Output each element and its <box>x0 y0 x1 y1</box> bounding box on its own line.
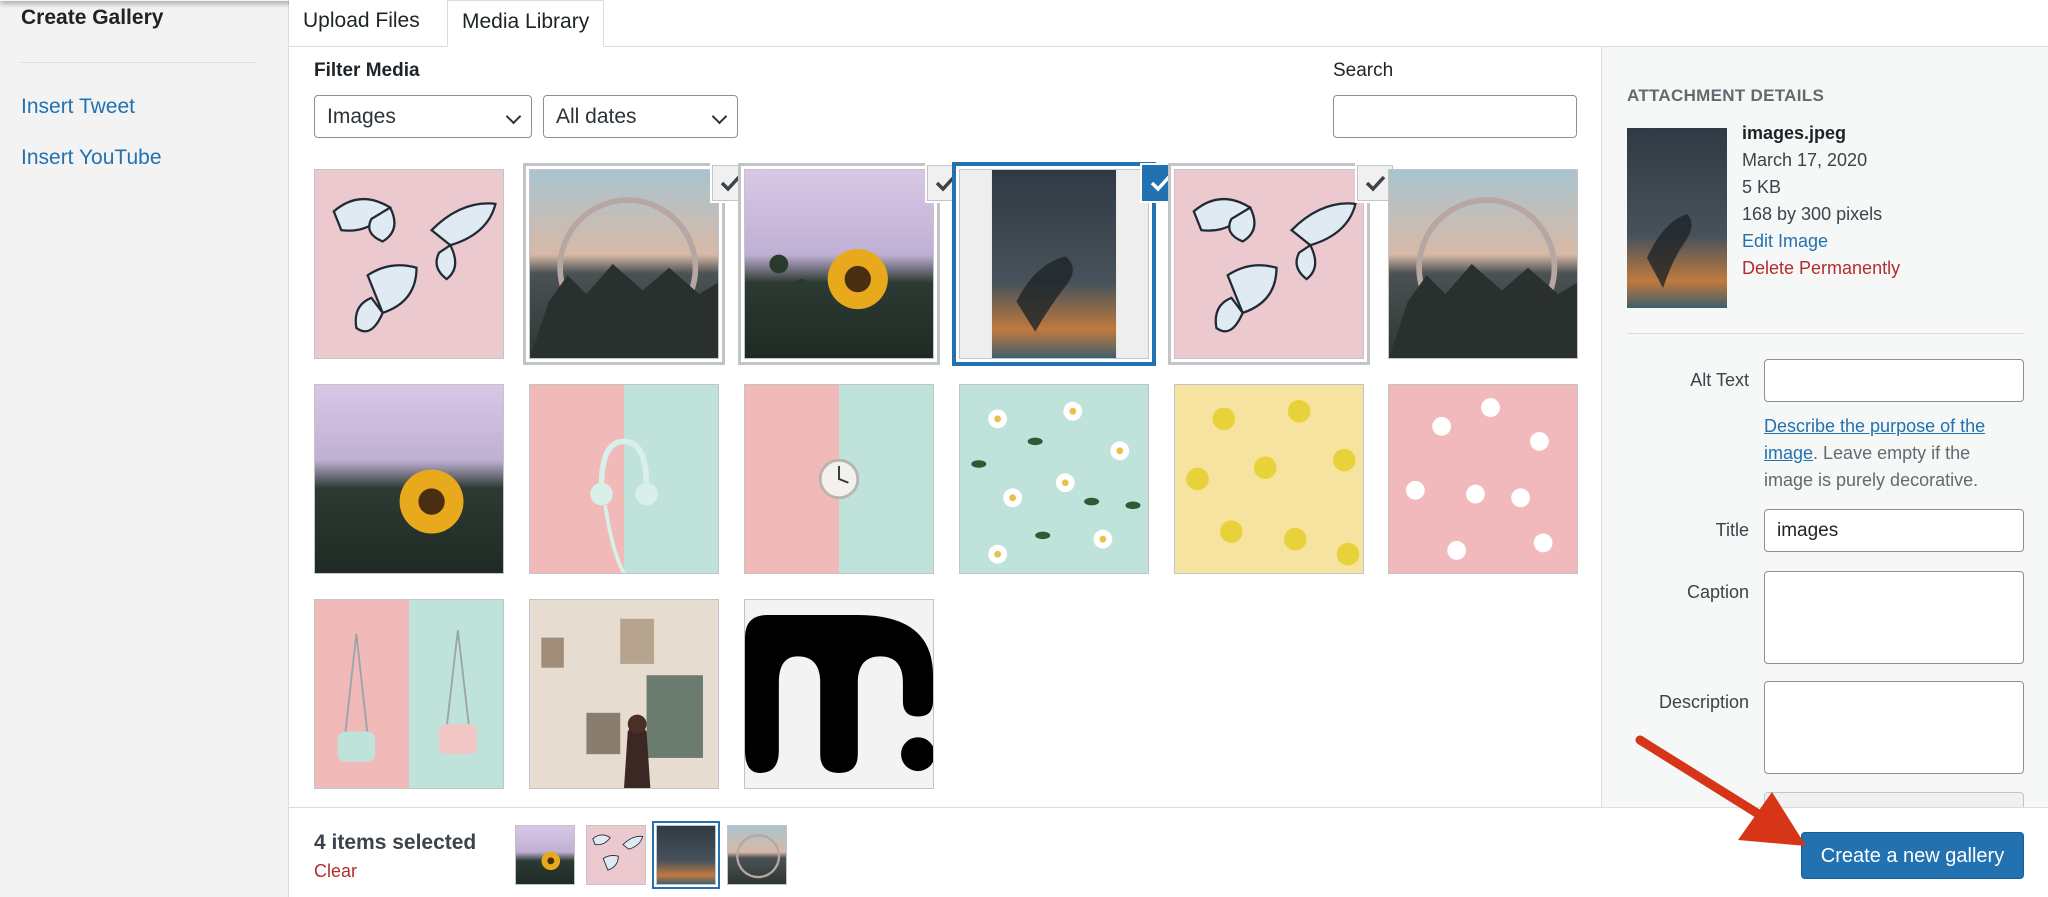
sidebar-separator <box>1627 333 2024 334</box>
selection-count: 4 items selected <box>314 831 477 854</box>
attachment-details-heading: ATTACHMENT DETAILS <box>1627 86 1825 105</box>
create-gallery-button[interactable]: Create a new gallery <box>1801 832 2024 879</box>
attachment-check-toggle[interactable] <box>1142 165 1178 201</box>
caption-label: Caption <box>1686 582 1749 602</box>
attachment-dimensions: 168 by 300 pixels <box>1742 204 1883 224</box>
selected-thumb-butterflies[interactable] <box>586 825 646 885</box>
media-modal-menu: Create Gallery Insert Tweet Insert YouTu… <box>0 0 289 897</box>
tab-media-library[interactable]: Media Library <box>447 0 605 47</box>
attachment-date: March 17, 2020 <box>1742 150 1868 170</box>
checkmark-icon <box>1365 175 1386 192</box>
selected-thumb-hand-galaxy[interactable] <box>656 825 716 885</box>
attachment-size: 5 KB <box>1742 177 1782 197</box>
attachment-mirror-field[interactable] <box>529 169 719 359</box>
description-label: Description <box>1658 692 1749 712</box>
edit-image-link[interactable]: Edit Image <box>1742 231 1828 252</box>
attachment-daisies-mint[interactable] <box>959 384 1149 574</box>
attachment-preview <box>1627 128 1727 308</box>
attachment-mirror-field[interactable] <box>1388 169 1578 359</box>
attachment-alarm-clock[interactable] <box>744 384 934 574</box>
attachment-butterflies[interactable] <box>314 169 504 359</box>
menu-item-insert-youtube[interactable]: Insert YouTube <box>21 146 162 170</box>
file-url-input[interactable] <box>1764 792 2024 807</box>
attachment-details-sidebar: ATTACHMENT DETAILS images.jpeg March 17,… <box>1601 47 2048 807</box>
attachment-daisies-pink[interactable] <box>1388 384 1578 574</box>
menu-separator <box>21 62 257 63</box>
attachment-filename: images.jpeg <box>1742 123 1847 143</box>
alt-text-help: Describe the purpose of the image. Leave… <box>1764 413 2024 494</box>
title-input[interactable]: images <box>1764 509 2024 552</box>
attachment-bags[interactable] <box>314 599 504 789</box>
tab-upload-files[interactable]: Upload Files <box>289 0 434 47</box>
menu-item-insert-tweet[interactable]: Insert Tweet <box>21 95 135 119</box>
clear-selection-link[interactable]: Clear <box>314 861 357 882</box>
checkmark-icon <box>935 175 956 192</box>
attachment-gallery-wall[interactable] <box>529 599 719 789</box>
attachment-check-toggle[interactable] <box>927 165 963 201</box>
media-toolbar: 4 items selected Clear <box>289 807 2048 897</box>
checkmark-icon <box>1150 175 1171 192</box>
selected-thumb-mirror-field[interactable] <box>727 825 787 885</box>
attachment-check-toggle[interactable] <box>712 165 748 201</box>
caption-textarea[interactable] <box>1764 571 2024 664</box>
alt-text-input[interactable] <box>1764 359 2024 402</box>
attachment-yellow-flowers[interactable] <box>1174 384 1364 574</box>
attachment-headphones[interactable] <box>529 384 719 574</box>
attachment-sunflower[interactable] <box>744 169 934 359</box>
title-label: Title <box>1715 520 1749 540</box>
description-textarea[interactable] <box>1764 681 2024 774</box>
checkmark-icon <box>720 175 741 192</box>
menu-title[interactable]: Create Gallery <box>21 6 163 30</box>
attachment-black-logo[interactable] <box>744 599 934 789</box>
attachment-sunflower[interactable] <box>314 384 504 574</box>
attachment-butterflies[interactable] <box>1174 169 1364 359</box>
attachments-grid <box>289 47 1601 807</box>
attachment-hand-galaxy[interactable] <box>959 169 1149 359</box>
delete-permanently-link[interactable]: Delete Permanently <box>1742 258 1900 279</box>
alt-text-label: Alt Text <box>1690 370 1749 390</box>
media-router-tabs: Upload Files Media Library <box>289 0 2048 47</box>
selected-thumb-sunflower[interactable] <box>515 825 575 885</box>
